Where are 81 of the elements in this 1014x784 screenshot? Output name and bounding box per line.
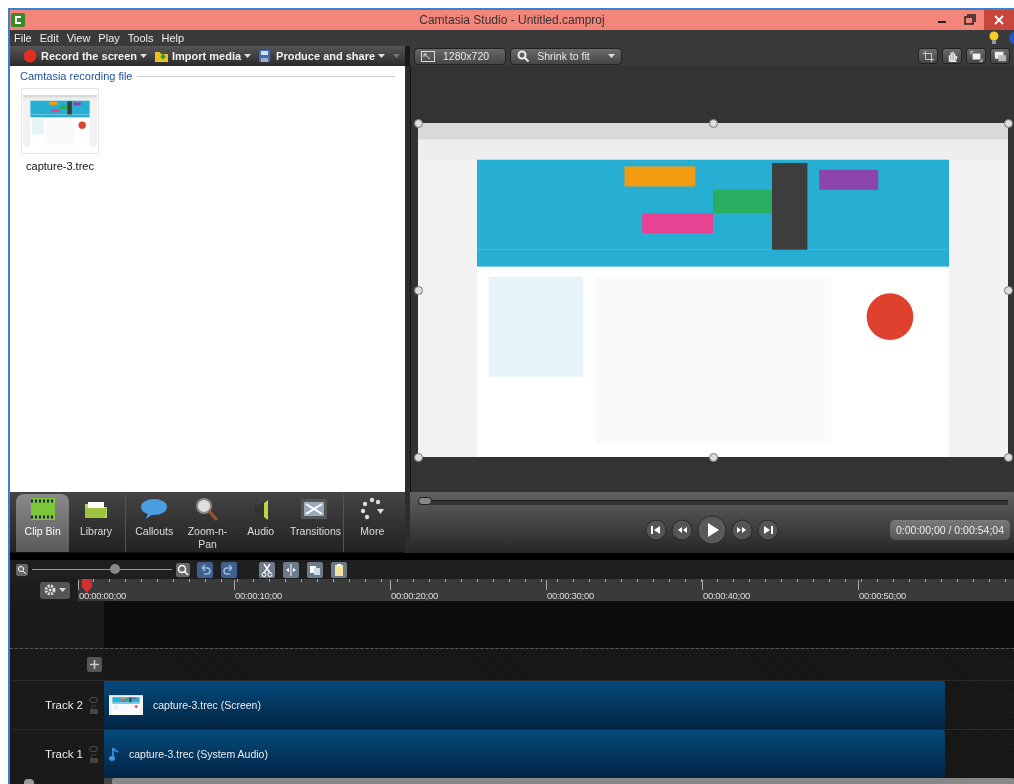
menu-item[interactable]: Help: [161, 32, 185, 44]
resize-handle[interactable]: [1003, 119, 1013, 128]
resize-handle[interactable]: [413, 453, 423, 462]
settings-button[interactable]: [40, 581, 70, 599]
detach-icon[interactable]: [993, 49, 1007, 63]
menu-item[interactable]: Edit: [39, 32, 59, 44]
menu-item[interactable]: View: [66, 32, 91, 44]
video-clip[interactable]: capture-3.trec (Screen): [104, 681, 945, 729]
scissors-icon[interactable]: [259, 561, 275, 578]
zoom-in-icon[interactable]: [176, 562, 190, 577]
skip-forward-icon[interactable]: [757, 519, 779, 541]
menu-item[interactable]: File: [14, 32, 32, 44]
time-label: 00:00:50;00: [859, 590, 906, 601]
close-icon[interactable]: [984, 10, 1014, 30]
transition-icon: [300, 496, 329, 522]
resize-icon: [421, 50, 435, 62]
window-title: Camtasia Studio - Untitled.camproj: [418, 13, 606, 27]
audio-clip[interactable]: capture-3.trec (System Audio): [104, 730, 945, 778]
zoom-out-icon[interactable]: [16, 563, 28, 576]
tab[interactable]: Transitions: [287, 494, 341, 552]
zoom-slider-handle[interactable]: [110, 564, 120, 574]
menu-item[interactable]: Tools: [127, 32, 154, 44]
tab[interactable]: Library: [69, 494, 123, 552]
time-label: 00:00:40;00: [703, 590, 750, 601]
speech-bubble-icon: [140, 496, 169, 522]
import-button[interactable]: Import media: [153, 49, 253, 63]
record-button[interactable]: Record the screen: [22, 49, 148, 63]
resize-handle[interactable]: [413, 286, 423, 295]
tab[interactable]: Zoom-n-Pan: [180, 494, 235, 552]
caret-icon: [244, 54, 252, 58]
add-track-button[interactable]: [87, 657, 102, 672]
track-name: Track 1: [45, 748, 83, 760]
fast-forward-icon[interactable]: [731, 519, 753, 541]
caret-icon: [607, 54, 615, 58]
zoom-dropdown[interactable]: Shrink to fit: [510, 47, 622, 65]
menu-item[interactable]: Play: [98, 32, 120, 44]
undo-icon[interactable]: [197, 561, 213, 578]
paste-icon[interactable]: [331, 561, 347, 578]
playhead-handle[interactable]: [418, 497, 432, 505]
resize-handle[interactable]: [1003, 453, 1013, 462]
dimensions-button[interactable]: 1280x720: [414, 47, 507, 65]
record-icon: [23, 49, 38, 63]
section-title: Camtasia recording file: [20, 70, 133, 82]
copy-icon[interactable]: [307, 561, 323, 578]
app-icon: [11, 13, 25, 27]
resize-handle[interactable]: [708, 453, 718, 462]
clip-name: capture-3.trec: [26, 160, 94, 172]
skip-back-icon[interactable]: [645, 519, 667, 541]
tab[interactable]: More: [345, 494, 399, 552]
resize-handle[interactable]: [1003, 286, 1013, 295]
lightbulb-icon: [988, 31, 1000, 45]
music-note-icon: [109, 746, 119, 762]
play-icon[interactable]: [697, 515, 727, 545]
time-display: 0:00:00;00 / 0:00:54;04: [890, 520, 1010, 540]
redo-icon[interactable]: [221, 561, 237, 578]
overflow-icon[interactable]: [393, 53, 401, 59]
time-label: 00:00:10;00: [235, 590, 282, 601]
tab[interactable]: Audio: [234, 494, 288, 552]
dots-icon: [358, 496, 387, 522]
track-name: Track 2: [45, 699, 83, 711]
caret-icon: [140, 54, 147, 58]
time-label: 00:00:00;00: [79, 590, 126, 601]
time-label: 00:00:20;00: [391, 590, 438, 601]
tab[interactable]: Callouts: [127, 494, 181, 552]
split-icon[interactable]: [283, 561, 299, 578]
plus-icon: [90, 660, 99, 669]
time-label: 00:00:30;00: [547, 590, 594, 601]
clip-thumbnail[interactable]: [21, 88, 99, 154]
fit-icon[interactable]: [969, 49, 983, 63]
tab[interactable]: Clip Bin: [16, 494, 70, 552]
settings-icon: [44, 584, 56, 596]
crop-icon[interactable]: [921, 49, 935, 63]
rewind-icon[interactable]: [671, 519, 693, 541]
resize-handle[interactable]: [708, 119, 718, 128]
caret-icon: [59, 588, 66, 592]
caret-icon: [378, 54, 386, 58]
scrollbar[interactable]: [112, 778, 1014, 784]
produce-button[interactable]: Produce and share: [257, 49, 387, 63]
search-icon: [517, 50, 530, 62]
folder-icon: [154, 49, 169, 63]
resize-handle[interactable]: [413, 119, 423, 128]
